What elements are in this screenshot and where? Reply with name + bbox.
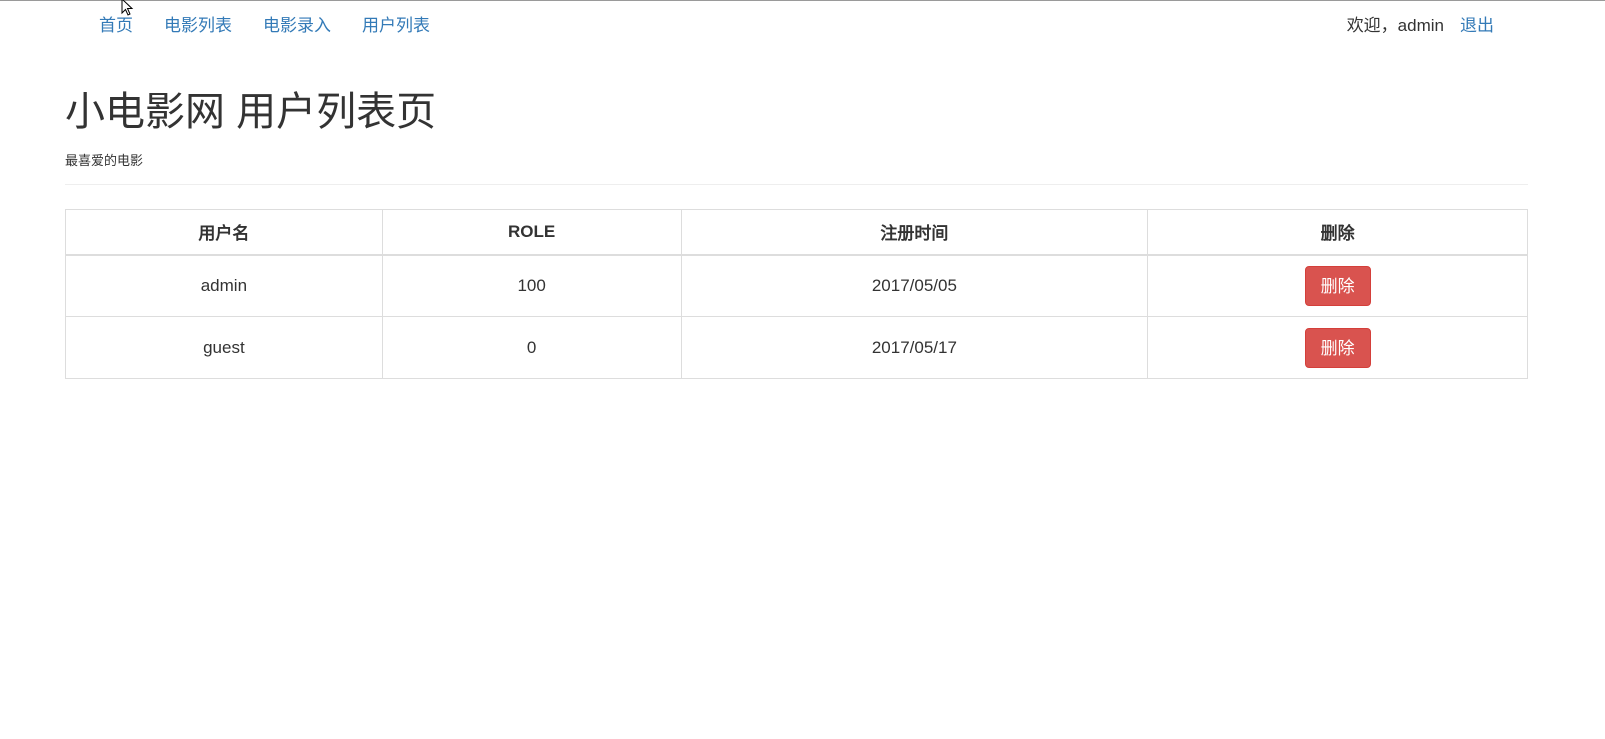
nav-link-user-list[interactable]: 用户列表 [362,11,430,36]
page-title: 小电影网 用户列表页 [65,90,437,134]
top-navbar: 首页 电影列表 电影录入 用户列表 欢迎，admin 退出 [0,0,1605,44]
nav-user-area: 欢迎，admin 退出 [1347,11,1494,36]
cell-action: 删除 [1147,316,1528,379]
cell-role: 100 [381,254,682,317]
cell-role: 0 [381,316,682,379]
column-header-delete: 删除 [1147,209,1528,256]
delete-button[interactable]: 删除 [1304,327,1371,368]
page-header: 小电影网 用户列表页 最喜爱的电影 [65,84,1528,185]
cell-action: 删除 [1147,254,1528,317]
column-header-registered: 注册时间 [680,209,1149,256]
table-row: admin 100 2017/05/05 删除 [65,254,1528,317]
logout-link[interactable]: 退出 [1460,11,1494,36]
welcome-text: 欢迎，admin [1346,16,1444,35]
mouse-cursor-icon [121,0,134,16]
cell-registered: 2017/05/17 [680,316,1149,379]
nav-link-movie-entry[interactable]: 电影录入 [263,11,331,36]
nav-links: 首页 电影列表 电影录入 用户列表 [99,11,430,36]
page-subtitle: 最喜爱的电影 [65,153,144,168]
table-header-row: 用户名 ROLE 注册时间 删除 [65,209,1528,256]
cell-username: admin [65,254,383,317]
cell-username: guest [65,316,383,379]
table-row: guest 0 2017/05/17 删除 [65,316,1528,379]
user-table: 用户名 ROLE 注册时间 删除 admin 100 2017/05/05 删除… [65,209,1528,379]
column-header-role: ROLE [381,209,682,256]
column-header-username: 用户名 [65,209,383,256]
delete-button[interactable]: 删除 [1304,265,1371,306]
cell-registered: 2017/05/05 [680,254,1149,317]
nav-link-movie-list[interactable]: 电影列表 [164,11,232,36]
